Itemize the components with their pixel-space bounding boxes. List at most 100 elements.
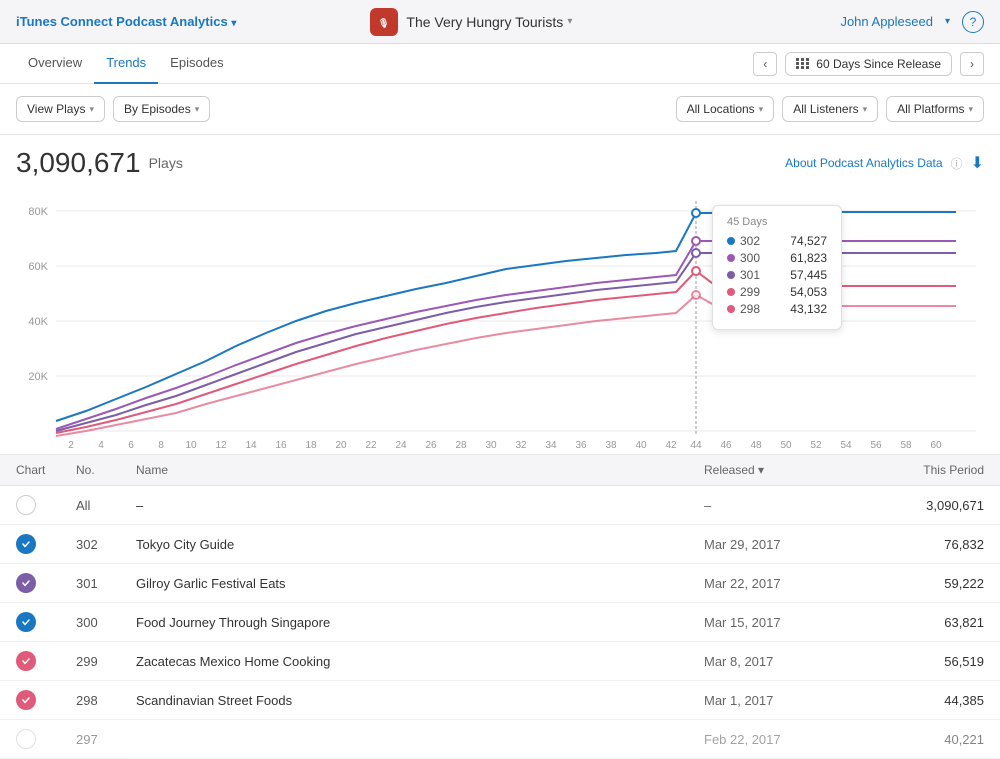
row-val-297: 40,221 (864, 732, 984, 747)
check-icon-302 (16, 534, 36, 554)
tab-trends[interactable]: Trends (94, 44, 158, 84)
radio-empty-icon (16, 495, 36, 515)
tooltip-title: 45 Days (727, 216, 827, 228)
tab-episodes[interactable]: Episodes (158, 44, 235, 84)
table-row[interactable]: 300 Food Journey Through Singapore Mar 1… (0, 603, 1000, 642)
tab-overview[interactable]: Overview (16, 44, 94, 84)
help-button[interactable]: ? (962, 11, 984, 33)
tooltip-value-299: 54,053 (790, 285, 827, 299)
tooltip-value-302: 74,527 (790, 234, 827, 248)
svg-text:🎙: 🎙 (378, 18, 389, 28)
about-analytics-link[interactable]: About Podcast Analytics Data (785, 156, 942, 170)
svg-text:8: 8 (158, 440, 164, 451)
view-plays-button[interactable]: View Plays ▾ (16, 96, 105, 122)
user-chevron-icon: ▾ (945, 16, 950, 27)
svg-text:34: 34 (545, 440, 557, 451)
sub-nav: Overview Trends Episodes ‹ 60 Days Since… (0, 44, 1000, 84)
days-period-selector[interactable]: 60 Days Since Release (785, 52, 952, 76)
row-no-all: All (76, 498, 136, 513)
brand: iTunes Connect Podcast Analytics ▾ (16, 14, 236, 29)
row-name-302: Tokyo City Guide (136, 537, 704, 552)
plays-count: 3,090,671 (16, 147, 141, 179)
svg-text:24: 24 (395, 440, 407, 451)
svg-text:20K: 20K (28, 371, 48, 383)
next-period-button[interactable]: › (960, 52, 984, 76)
row-no-302: 302 (76, 537, 136, 552)
tooltip-dot-299 (727, 288, 735, 296)
svg-text:10: 10 (185, 440, 197, 451)
col-chart-header: Chart (16, 463, 76, 477)
svg-text:48: 48 (750, 440, 762, 451)
svg-text:30: 30 (485, 440, 497, 451)
svg-text:60: 60 (930, 440, 942, 451)
row-val-299: 56,519 (864, 654, 984, 669)
podcast-name[interactable]: The Very Hungry Tourists (406, 14, 563, 30)
all-listeners-label: All Listeners (793, 102, 858, 116)
top-nav-right: John Appleseed ▾ ? (840, 11, 984, 33)
svg-text:60K: 60K (28, 261, 48, 273)
by-episodes-button[interactable]: By Episodes ▾ (113, 96, 210, 122)
row-no-301: 301 (76, 576, 136, 591)
user-name[interactable]: John Appleseed (840, 14, 933, 29)
all-locations-button[interactable]: All Locations ▾ (676, 96, 775, 122)
row-no-299: 299 (76, 654, 136, 669)
all-platforms-chevron-icon: ▾ (968, 104, 973, 115)
episodes-table: Chart No. Name Released ▾ This Period Al… (0, 454, 1000, 759)
col-released-header[interactable]: Released ▾ (704, 463, 864, 477)
stats-actions: About Podcast Analytics Data ⓘ ⬇ (785, 153, 984, 173)
grid-icon (796, 58, 810, 69)
all-locations-label: All Locations (687, 102, 755, 116)
row-name-299: Zacatecas Mexico Home Cooking (136, 654, 704, 669)
sort-icon: ▾ (758, 463, 764, 477)
row-no-298: 298 (76, 693, 136, 708)
brand-itunes-connect[interactable]: iTunes Connect (16, 14, 113, 29)
table-row[interactable]: All – – 3,090,671 (0, 486, 1000, 525)
days-label: 60 Days Since Release (816, 57, 941, 71)
tooltip-dot-301 (727, 271, 735, 279)
all-locations-chevron-icon: ▾ (759, 104, 764, 115)
tooltip-label-300: 300 (740, 251, 760, 265)
all-listeners-button[interactable]: All Listeners ▾ (782, 96, 878, 122)
all-platforms-label: All Platforms (897, 102, 964, 116)
check-icon-299 (16, 651, 36, 671)
row-chart-all (16, 495, 76, 515)
row-val-302: 76,832 (864, 537, 984, 552)
podcast-icon: 🎙 (370, 8, 398, 36)
svg-text:12: 12 (215, 440, 227, 451)
row-date-302: Mar 29, 2017 (704, 537, 864, 552)
svg-text:46: 46 (720, 440, 732, 451)
table-row[interactable]: 299 Zacatecas Mexico Home Cooking Mar 8,… (0, 642, 1000, 681)
brand-podcast-analytics[interactable]: Podcast Analytics (116, 14, 228, 29)
download-icon[interactable]: ⬇ (971, 153, 984, 173)
prev-period-button[interactable]: ‹ (753, 52, 777, 76)
table-row[interactable]: 297 Feb 22, 2017 40,221 (0, 720, 1000, 759)
tooltip-label-299: 299 (740, 285, 760, 299)
svg-text:38: 38 (605, 440, 617, 451)
check-icon-300 (16, 612, 36, 632)
svg-text:40: 40 (635, 440, 647, 451)
tooltip-row-301: 301 57,445 (727, 268, 827, 282)
all-listeners-chevron-icon: ▾ (863, 104, 868, 115)
check-icon-301 (16, 573, 36, 593)
row-chart-299 (16, 651, 76, 671)
tooltip-value-301: 57,445 (790, 268, 827, 282)
row-date-all: – (704, 498, 864, 513)
chart-area: 80K 60K 40K 20K 2 4 6 (0, 183, 1000, 454)
row-name-300: Food Journey Through Singapore (136, 615, 704, 630)
all-platforms-button[interactable]: All Platforms ▾ (886, 96, 984, 122)
by-episodes-chevron-icon: ▾ (195, 104, 200, 115)
table-row[interactable]: 301 Gilroy Garlic Festival Eats Mar 22, … (0, 564, 1000, 603)
tooltip-row-298: 298 43,132 (727, 302, 827, 316)
chart-tooltip: 45 Days 302 74,527 300 61,823 301 (712, 205, 842, 330)
table-row[interactable]: 298 Scandinavian Street Foods Mar 1, 201… (0, 681, 1000, 720)
row-chart-300 (16, 612, 76, 632)
svg-text:4: 4 (98, 440, 104, 451)
brand-chevron: ▾ (231, 18, 236, 29)
view-plays-label: View Plays (27, 102, 85, 116)
table-row[interactable]: 302 Tokyo City Guide Mar 29, 2017 76,832 (0, 525, 1000, 564)
by-episodes-label: By Episodes (124, 102, 191, 116)
check-icon-298 (16, 690, 36, 710)
chart-svg-wrapper: 80K 60K 40K 20K 2 4 6 (16, 191, 984, 454)
svg-text:50: 50 (780, 440, 792, 451)
svg-text:80K: 80K (28, 206, 48, 218)
